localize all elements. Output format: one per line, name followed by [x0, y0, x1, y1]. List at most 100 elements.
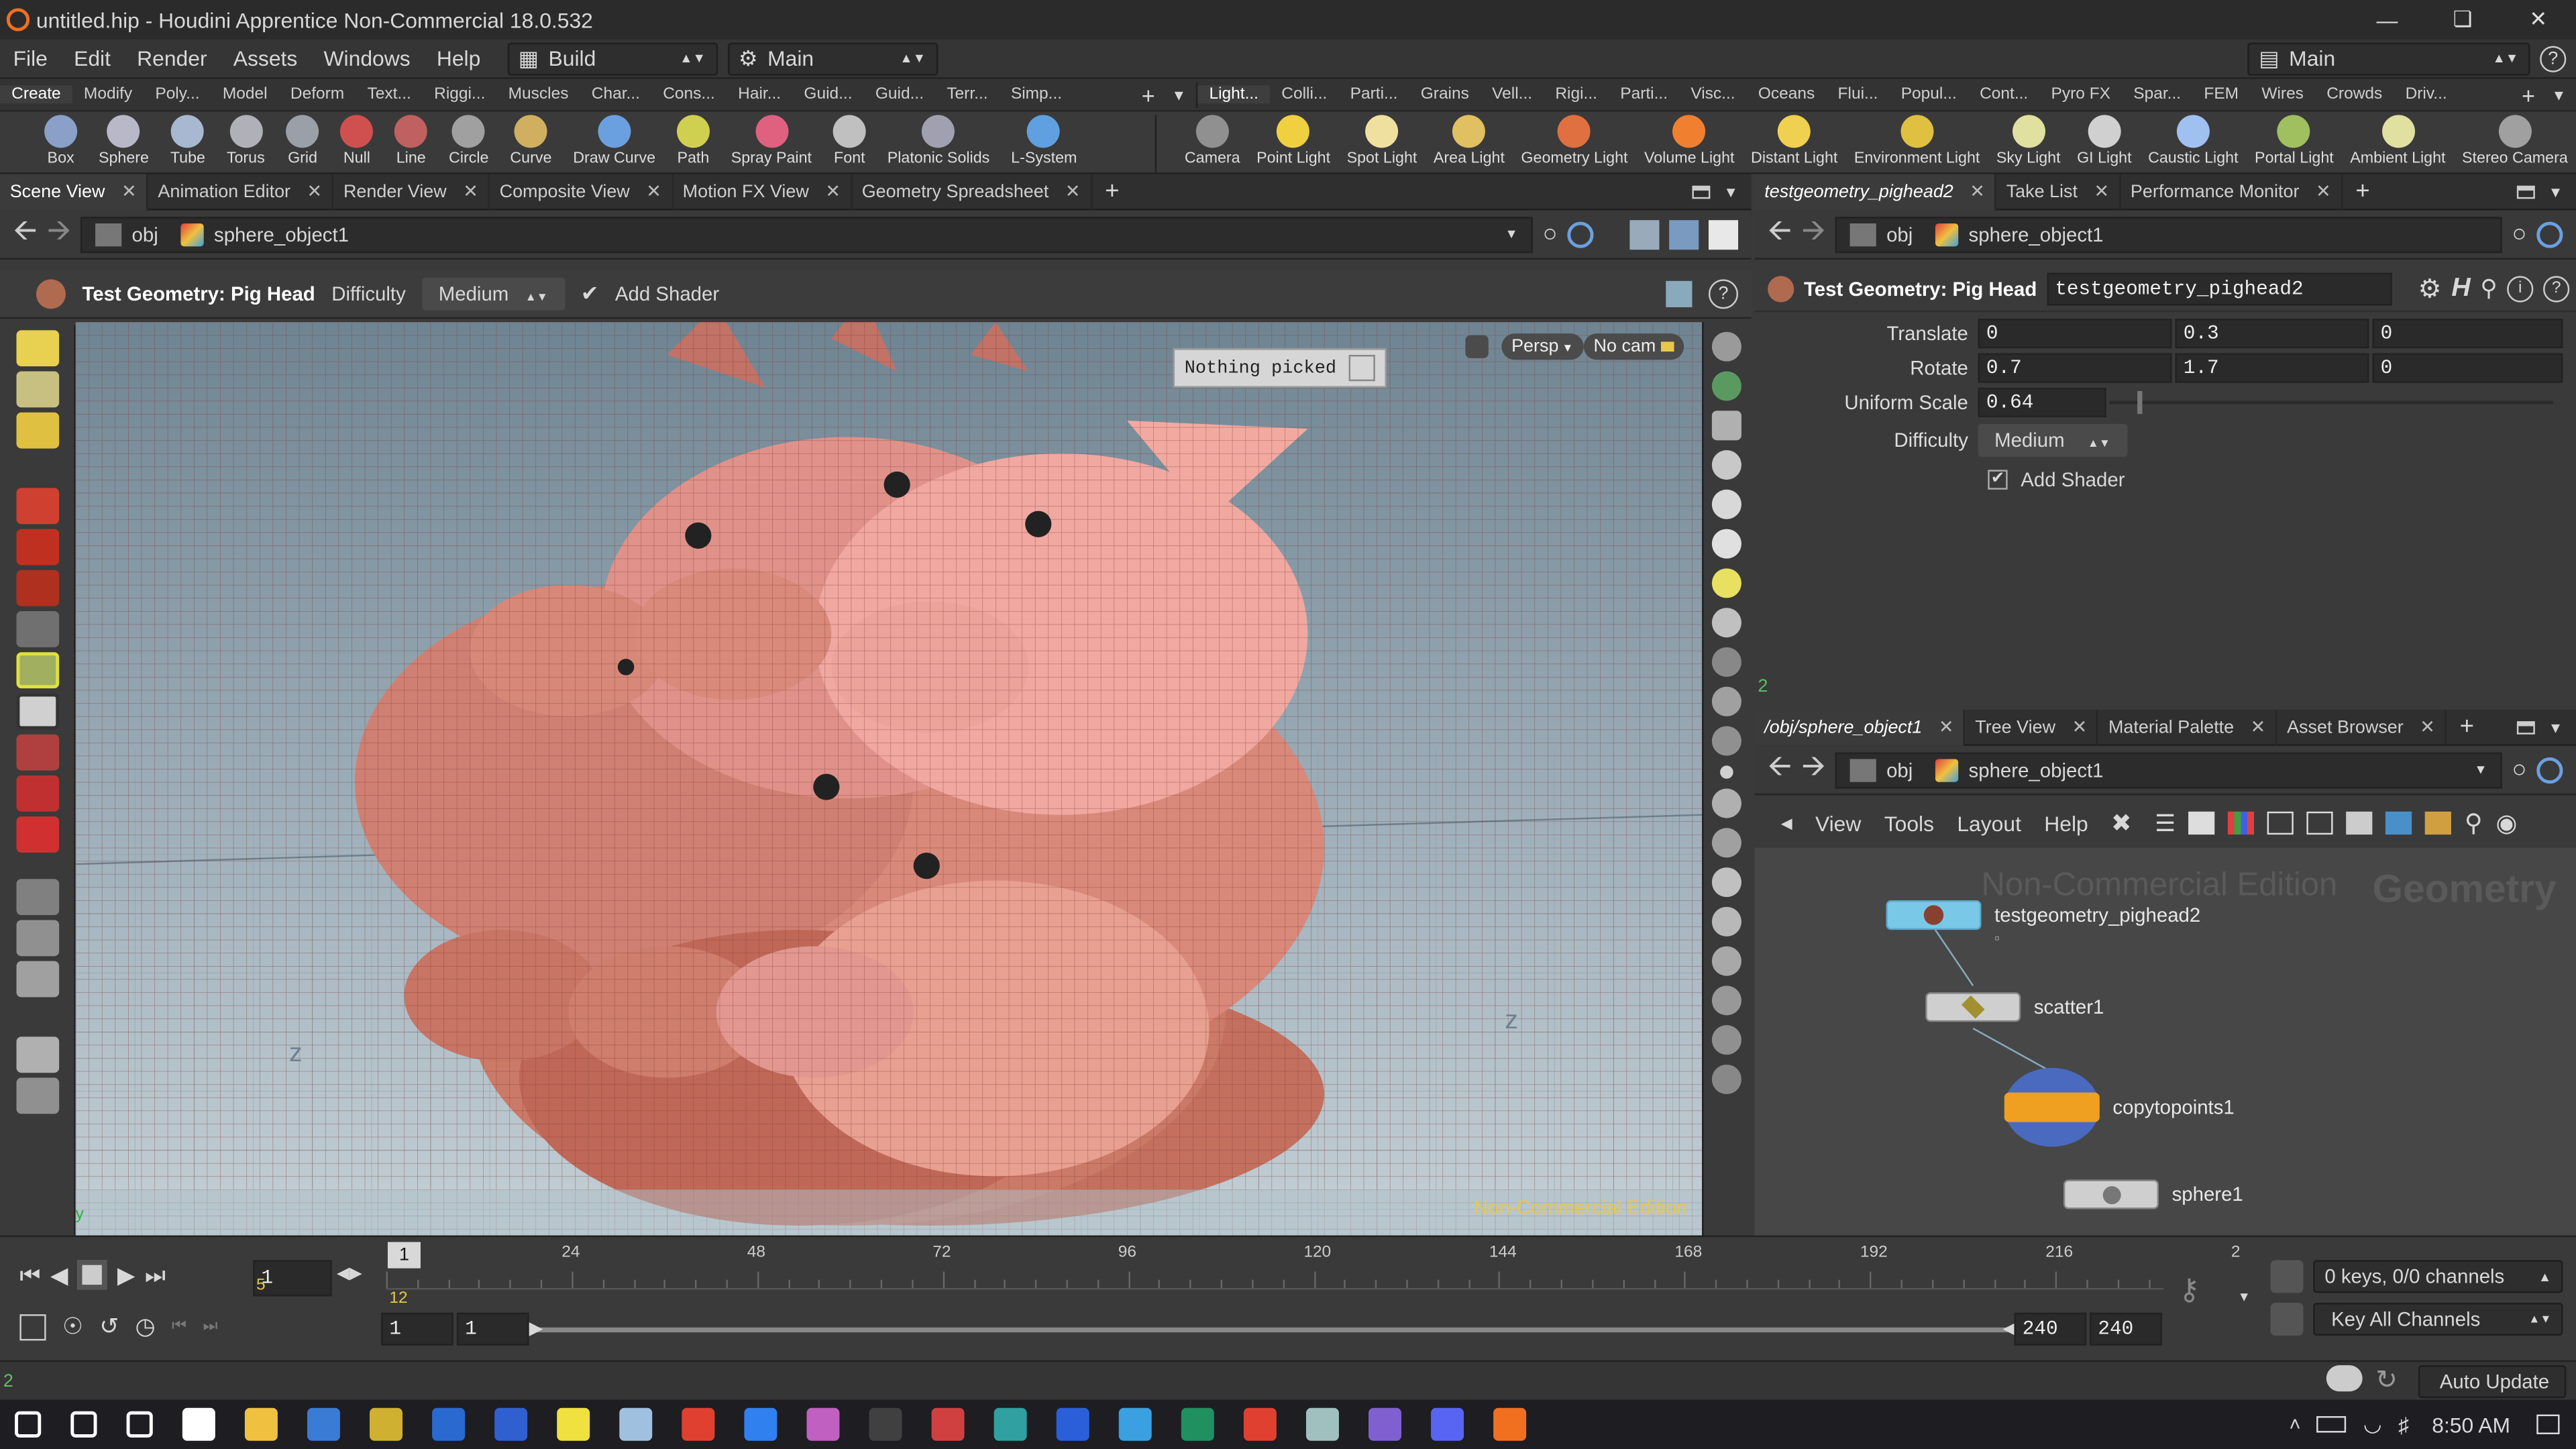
channel-icon[interactable] — [2270, 1303, 2304, 1336]
add-shader-checkbox[interactable]: ✔ — [1988, 469, 2008, 489]
close-icon[interactable]: ✕ — [1939, 716, 1954, 737]
battery-icon[interactable] — [2317, 1416, 2347, 1433]
dropdown-icon[interactable]: ▼ — [1723, 183, 1738, 199]
edge-icon[interactable] — [1118, 1407, 1152, 1441]
shelf-tool-ambient-light[interactable]: Ambient Light — [2342, 115, 2454, 172]
shelf-tool-sky-light[interactable]: Sky Light — [1988, 115, 2069, 172]
link-icon[interactable] — [1567, 221, 1594, 248]
uniform-scale-field[interactable]: 0.64 — [1978, 386, 2106, 417]
shelf-tab[interactable]: Cons... — [651, 85, 727, 103]
node-copytopoints1[interactable]: copytopoints1 — [2004, 1067, 2235, 1147]
app-icon[interactable] — [619, 1407, 653, 1441]
node-body[interactable] — [1925, 992, 2021, 1022]
chrome-icon[interactable] — [682, 1407, 715, 1441]
shelf-tab[interactable]: Visc... — [1679, 85, 1747, 103]
frame-ruler[interactable]: 24 48 72 96 120 144 168 192 216 2 — [386, 1244, 2240, 1290]
shelf-tab[interactable]: Muscles — [497, 85, 580, 103]
shelf-tab[interactable]: Terr... — [935, 85, 1000, 103]
dropdown-icon[interactable]: ▼ — [2542, 87, 2576, 103]
chevron-up-icon[interactable]: ˄ — [2290, 1413, 2301, 1436]
help-icon[interactable]: ? — [2540, 45, 2567, 72]
shelf-tool-volume-light[interactable]: Volume Light — [1636, 115, 1743, 172]
network-editor[interactable]: Non-Commercial Edition Geometry testgeom… — [1754, 847, 2576, 1236]
visual-studio-icon[interactable] — [1368, 1407, 1401, 1441]
range-end-field-2[interactable]: 240 — [2090, 1312, 2162, 1346]
help-icon[interactable]: ? — [2543, 275, 2570, 302]
shelf-tab[interactable]: Parti... — [1339, 85, 1409, 103]
terminal-icon[interactable] — [869, 1407, 902, 1441]
shelf-tab[interactable]: Oceans — [1747, 85, 1827, 103]
discord-icon[interactable] — [1431, 1407, 1464, 1441]
menu-layout[interactable]: Layout — [1957, 811, 2021, 836]
scale-icon[interactable] — [15, 570, 58, 606]
keys-status[interactable]: 0 keys, 0/0 channels ▲ — [2313, 1260, 2563, 1293]
translate-x-field[interactable]: 0 — [1978, 317, 2172, 347]
shelf-tab[interactable]: Spar... — [2122, 85, 2192, 103]
wireframe-icon[interactable] — [1711, 371, 1741, 401]
shelf-tab[interactable]: Simp... — [1000, 85, 1074, 103]
close-icon[interactable]: ✕ — [2420, 716, 2435, 737]
list-icon[interactable] — [2188, 811, 2215, 835]
link-icon[interactable] — [2536, 756, 2563, 783]
desktop-main-select[interactable]: ⚙ Main ▲▼ — [727, 42, 938, 75]
tab-material-palette[interactable]: Material Palette ✕ — [2098, 708, 2277, 745]
pin-icon[interactable]: ○ — [2512, 220, 2526, 248]
dropdown-icon[interactable]: ▼ — [2238, 1289, 2251, 1304]
realtime-icon[interactable]: ◷ — [136, 1313, 156, 1341]
shelf-tool-grid[interactable]: Grid — [278, 115, 327, 172]
tab-network-view[interactable]: /obj/sphere_object1 ✕ — [1754, 708, 1966, 745]
play-reverse-icon[interactable]: ◀ — [50, 1261, 68, 1289]
shelf-tab[interactable]: Text... — [356, 85, 423, 103]
clock[interactable]: 8:50 AM — [2432, 1412, 2510, 1437]
shelf-tool-point-light[interactable]: Point Light — [1248, 115, 1338, 172]
dropdown-icon[interactable]: ▼ — [2548, 183, 2563, 199]
angle-icon[interactable] — [1711, 985, 1741, 1016]
shelf-tab[interactable]: Deform — [279, 85, 356, 103]
shelf-tool-spray-paint[interactable]: Spray Paint — [722, 115, 820, 172]
clip-icon[interactable] — [1711, 726, 1741, 756]
menu-help[interactable]: Help — [2044, 811, 2088, 836]
play-icon[interactable]: ▶ — [117, 1261, 135, 1289]
render-region-icon[interactable] — [15, 920, 58, 957]
menu-view[interactable]: View — [1815, 811, 1861, 836]
camera-menu[interactable]: No cam — [1583, 333, 1684, 360]
menu-help[interactable]: Help — [423, 46, 494, 71]
shelf-tool-environment-light[interactable]: Environment Light — [1846, 115, 1988, 172]
shelf-tab[interactable]: Guid... — [864, 85, 935, 103]
refresh-icon[interactable]: ↻ — [2375, 1364, 2398, 1397]
close-icon[interactable]: ✕ — [463, 180, 478, 202]
shelf-tab[interactable]: Vell... — [1481, 85, 1544, 103]
step-icon[interactable]: ◀▶ — [337, 1265, 362, 1283]
shelf-tool-sphere[interactable]: Sphere — [91, 115, 158, 172]
rotate-y-field[interactable]: 1.7 — [2175, 352, 2369, 382]
tab-scene-view[interactable]: Scene View ✕ — [0, 173, 148, 210]
explorer-icon[interactable] — [244, 1407, 278, 1441]
brush-icon[interactable] — [1711, 788, 1741, 818]
range-end-field[interactable]: 240 — [2014, 1312, 2087, 1346]
point-icon[interactable] — [1719, 765, 1733, 779]
desktop-right-select[interactable]: ▤ Main ▲▼ — [2247, 42, 2530, 75]
prev-key-icon[interactable]: ⏮ — [172, 1318, 186, 1336]
headlight-icon[interactable] — [1711, 529, 1741, 559]
calculator-icon[interactable] — [494, 1407, 528, 1441]
shelf-tab[interactable]: FEM — [2192, 85, 2250, 103]
persp-menu[interactable]: Persp ▼ — [1501, 333, 1584, 360]
wifi-icon[interactable]: ◡ — [2363, 1411, 2382, 1438]
wrench-icon[interactable]: ✖ — [2111, 808, 2132, 838]
shelf-tool-font[interactable]: Font — [825, 115, 874, 172]
next-key-icon[interactable]: ⏭ — [203, 1318, 217, 1336]
shelf-tool-line[interactable]: Line — [386, 115, 435, 172]
shelf-tab[interactable]: Rigi... — [1544, 85, 1609, 103]
handle-icon[interactable] — [15, 652, 58, 689]
forward-arrow-icon[interactable]: 🡪 — [47, 209, 71, 258]
difficulty-select[interactable]: Medium ▲▼ — [422, 276, 565, 310]
light-bulb-icon[interactable] — [1711, 568, 1741, 598]
add-tab-icon[interactable]: + — [2343, 177, 2383, 205]
shelf-tool-curve[interactable]: Curve — [502, 115, 560, 172]
scene-viewport[interactable]: z z Nothing picked Persp ▼ No cam Non-Com… — [75, 322, 1703, 1236]
search-icon[interactable] — [70, 1411, 97, 1438]
forward-arrow-icon[interactable]: 🡪 — [1802, 745, 1826, 794]
shelf-tab[interactable]: Parti... — [1609, 85, 1679, 103]
menu-edit[interactable]: Edit — [60, 46, 123, 71]
rotate-icon[interactable] — [15, 529, 58, 566]
